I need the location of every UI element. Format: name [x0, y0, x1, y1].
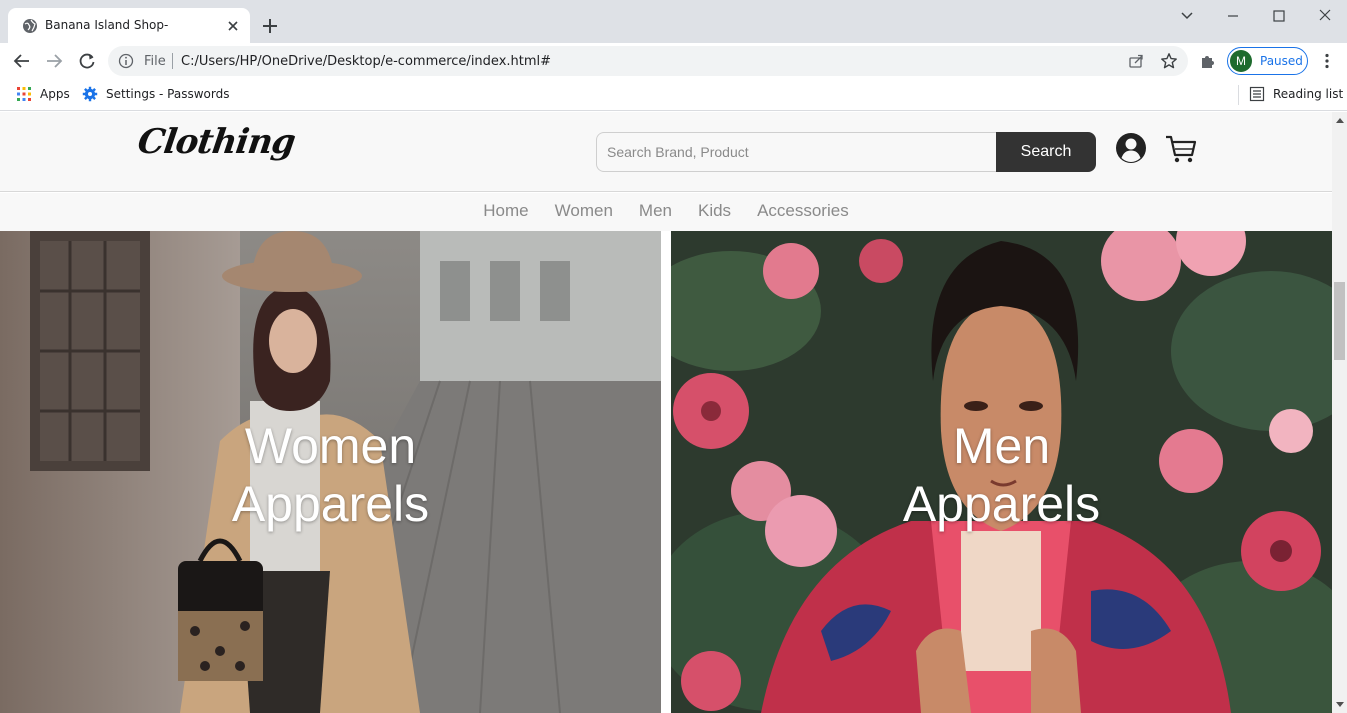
url-scheme-label: File — [144, 54, 166, 69]
reading-list-icon — [1249, 86, 1265, 102]
extensions-puzzle-icon[interactable] — [1199, 52, 1217, 70]
search-input[interactable] — [596, 132, 998, 172]
site-header: Clothing Search — [0, 112, 1332, 192]
bookmark-label: Settings - Passwords — [106, 87, 230, 101]
tab-search-chevron-icon[interactable] — [1176, 6, 1198, 26]
women-caption-line1: Women — [244, 418, 417, 474]
search-button[interactable]: Search — [996, 132, 1096, 172]
reading-list-button[interactable]: Reading list — [1249, 86, 1343, 104]
bookmark-apps[interactable]: Apps — [16, 86, 76, 104]
apps-grid-icon — [17, 87, 31, 101]
bookmark-settings-passwords[interactable]: Settings - Passwords — [82, 86, 229, 104]
bookmarks-divider — [1238, 85, 1239, 105]
tab-title: Banana Island Shop- — [45, 18, 169, 32]
bookmark-label: Apps — [40, 87, 70, 101]
profile-status: Paused — [1260, 54, 1303, 68]
women-apparels-caption: Women Apparels — [0, 417, 661, 533]
globe-icon — [23, 19, 37, 33]
nav-home[interactable]: Home — [483, 193, 528, 229]
women-caption-line2: Apparels — [231, 476, 430, 532]
browser-toolbar: File C:/Users/HP/OneDrive/Desktop/e-comm… — [0, 43, 1347, 79]
new-tab-plus-icon[interactable] — [260, 16, 280, 36]
minimize-icon[interactable] — [1222, 6, 1244, 26]
close-window-icon[interactable] — [1314, 6, 1336, 26]
forward-arrow-icon[interactable] — [44, 51, 64, 71]
nav-women[interactable]: Women — [555, 193, 613, 229]
women-apparels-banner[interactable]: Women Apparels — [0, 231, 661, 713]
gear-icon — [82, 86, 98, 102]
men-apparels-caption: Men Apparels — [671, 417, 1332, 533]
men-caption-line1: Men — [952, 418, 1051, 474]
address-divider — [172, 53, 173, 69]
shopping-cart-icon[interactable] — [1164, 134, 1198, 164]
men-caption-line2: Apparels — [902, 476, 1101, 532]
nav-accessories[interactable]: Accessories — [757, 193, 849, 229]
page-viewport: Clothing Search Home Women Men Kids Accessor… — [0, 112, 1332, 713]
nav-men[interactable]: Men — [639, 193, 672, 229]
avatar: M — [1230, 50, 1252, 72]
bookmark-star-icon[interactable] — [1160, 52, 1178, 70]
main-navigation: Home Women Men Kids Accessories — [0, 193, 1332, 231]
address-bar[interactable]: File C:/Users/HP/OneDrive/Desktop/e-comm… — [108, 46, 1188, 76]
share-icon[interactable] — [1128, 53, 1144, 69]
bookmarks-bar: Apps Settings - Passwords Reading list — [0, 79, 1347, 111]
men-apparels-banner[interactable]: Men Apparels — [671, 231, 1332, 713]
browser-tab-strip: Banana Island Shop- — [0, 0, 1347, 43]
nav-kids[interactable]: Kids — [698, 193, 731, 229]
kebab-menu-icon[interactable] — [1318, 52, 1336, 70]
scrollbar-thumb[interactable] — [1334, 282, 1345, 360]
reading-list-label: Reading list — [1273, 87, 1344, 101]
back-arrow-icon[interactable] — [12, 51, 32, 71]
user-account-icon[interactable] — [1115, 132, 1147, 164]
info-icon[interactable] — [118, 53, 134, 69]
scroll-down-arrow-icon[interactable] — [1336, 702, 1344, 707]
maximize-icon[interactable] — [1268, 6, 1290, 26]
site-logo[interactable]: Clothing — [135, 122, 297, 162]
page-scrollbar[interactable] — [1332, 112, 1347, 713]
scroll-up-arrow-icon[interactable] — [1336, 118, 1344, 123]
close-tab-icon[interactable] — [224, 17, 242, 35]
url-text[interactable]: C:/Users/HP/OneDrive/Desktop/e-commerce/… — [181, 54, 551, 69]
browser-tab[interactable]: Banana Island Shop- — [8, 8, 250, 43]
profile-button[interactable]: M Paused — [1227, 47, 1308, 75]
reload-icon[interactable] — [77, 51, 97, 71]
